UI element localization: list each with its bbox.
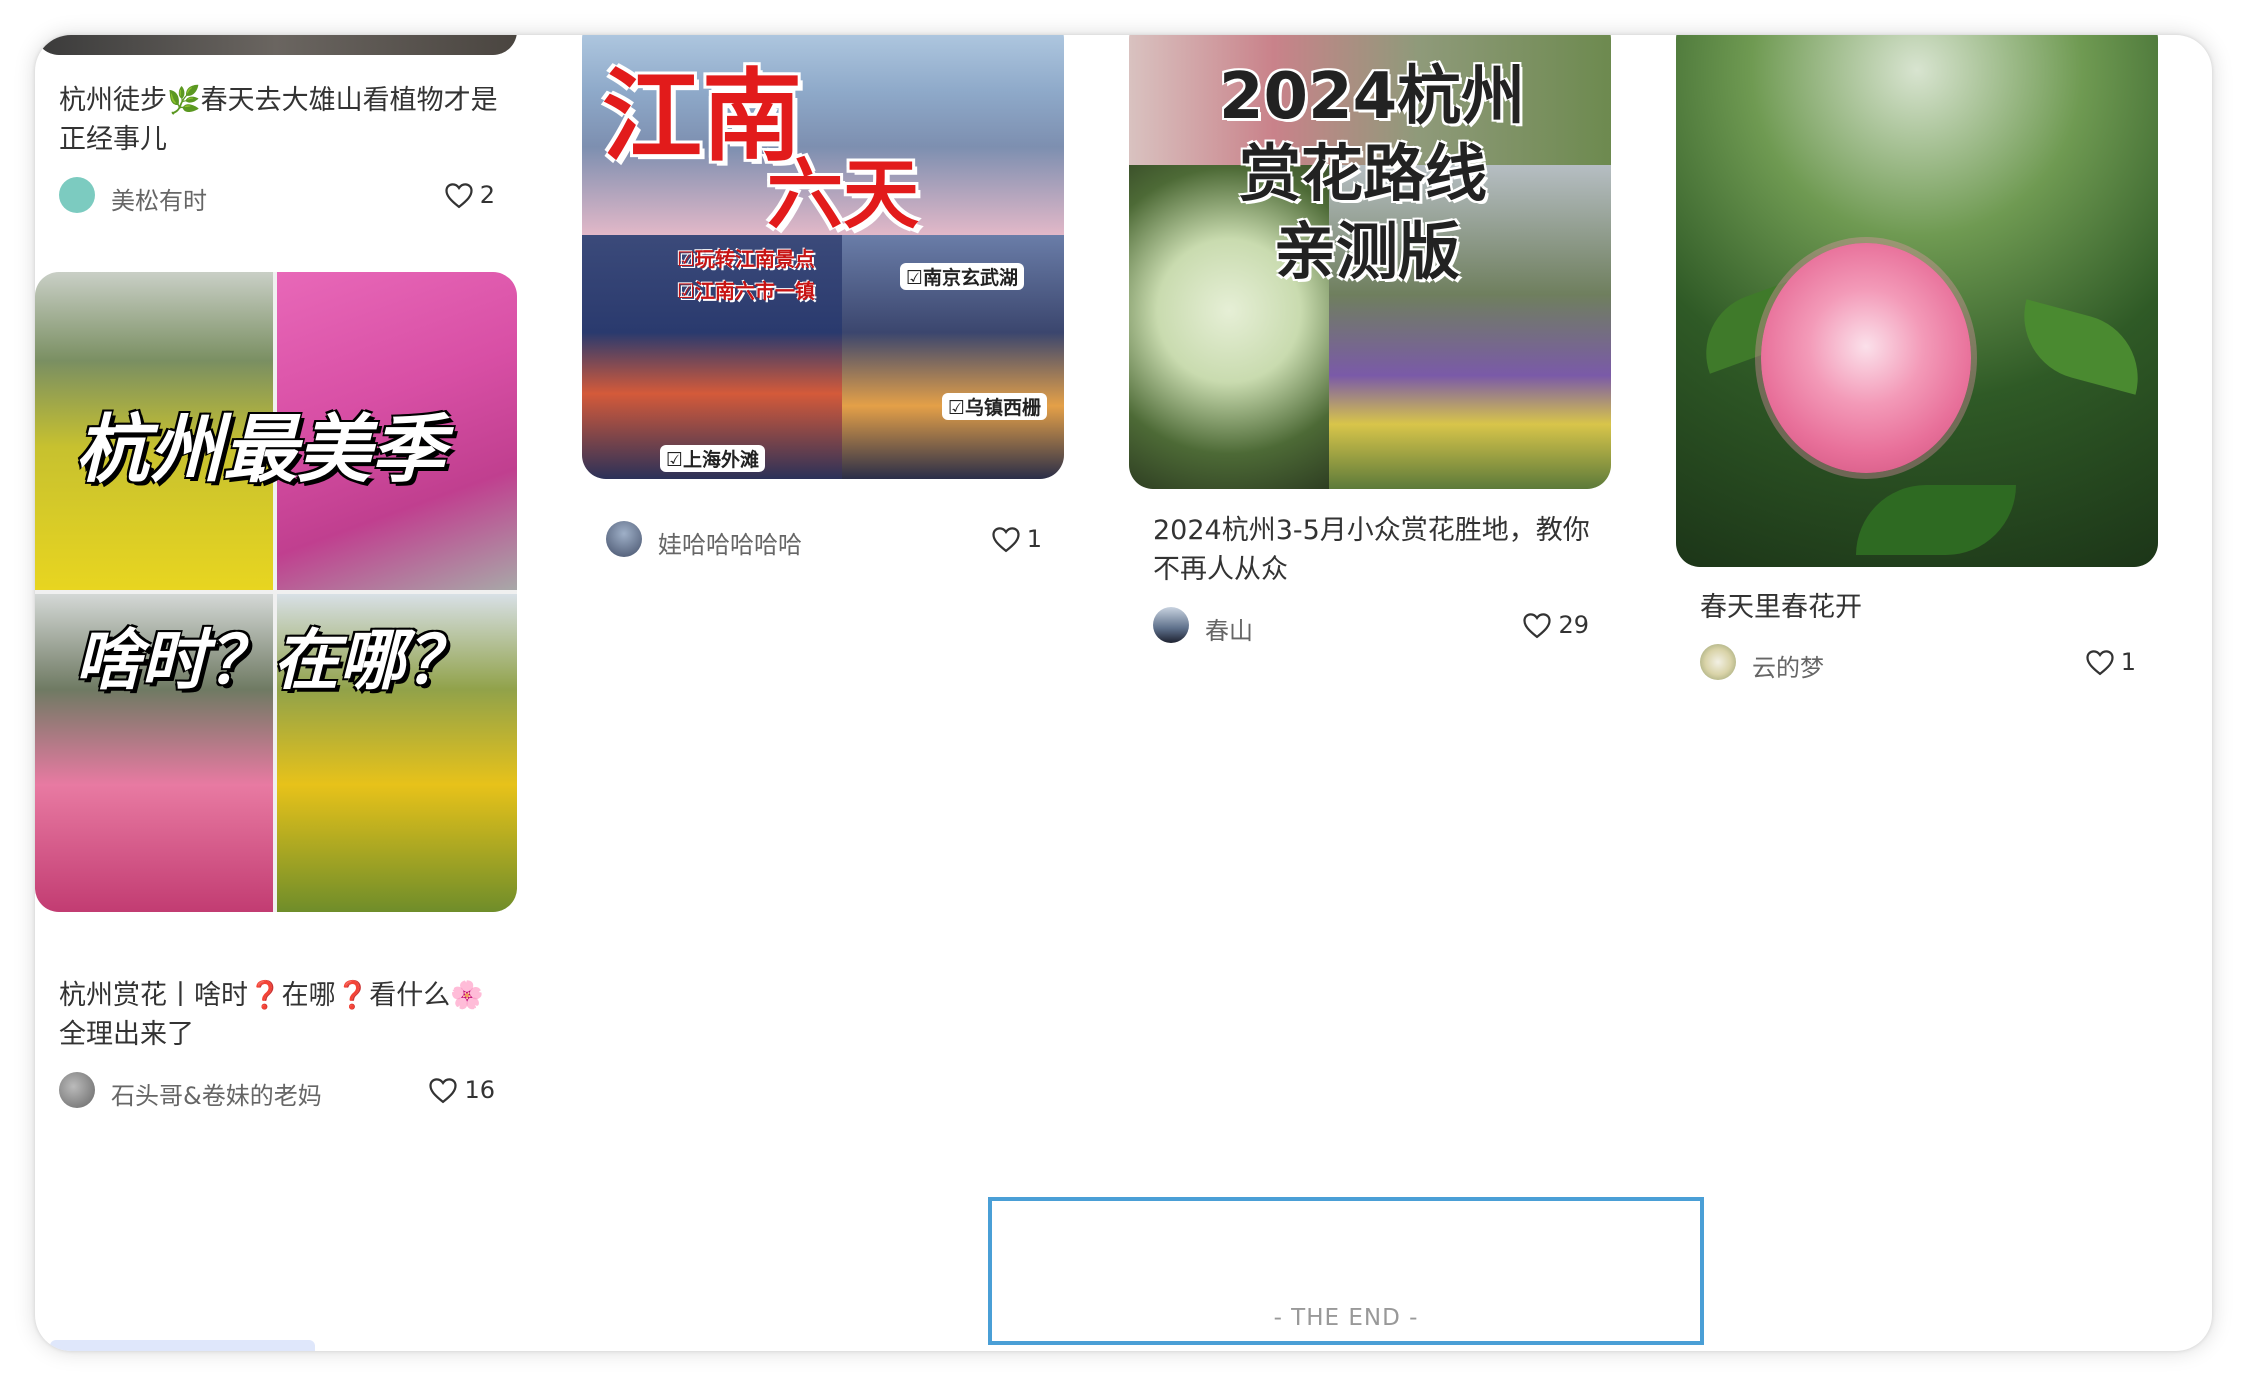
cover-tag: ☑上海外滩 xyxy=(660,445,766,472)
note-author[interactable]: 石头哥&卷妹的老妈 xyxy=(111,1076,322,1111)
cover-text: 啥时？在哪？ xyxy=(75,622,471,699)
note-title[interactable]: 2024杭州3-5月小众赏花胜地，教你不再人从众 xyxy=(1153,511,1593,589)
note-cover-image[interactable]: 2024杭州 赏花路线 亲测版 xyxy=(1129,35,1611,489)
bottom-tab-indicator[interactable] xyxy=(50,1340,315,1351)
note-cover-image[interactable]: 杭州最美季 啥时？在哪？ xyxy=(35,272,517,912)
note-card[interactable]: 春天里春花开 云的梦 1 xyxy=(1676,35,2176,715)
avatar[interactable] xyxy=(1153,607,1189,643)
note-cover-image[interactable] xyxy=(35,35,517,55)
cover-text: 杭州最美季 xyxy=(75,407,445,493)
end-of-feed-box: - THE END - xyxy=(988,1197,1704,1345)
cover-photo-leaf xyxy=(2009,299,2153,395)
cover-tag: ☑乌镇西栅 xyxy=(942,393,1048,420)
note-card[interactable]: 杭州最美季 啥时？在哪？ 杭州赏花丨啥时❓在哪❓看什么🌸全理出来了 石头哥&卷妹… xyxy=(35,272,535,1132)
like-count: 2 xyxy=(479,181,495,209)
heart-icon xyxy=(1523,613,1552,639)
heart-icon xyxy=(429,1078,458,1104)
note-cover-image[interactable]: 江南 六天 ☑玩转江南景点 ☑江南六市一镇 ☑南京玄武湖 ☑乌镇西栅 ☑上海外滩 xyxy=(582,35,1064,479)
cover-text: 亲测版 xyxy=(1274,215,1461,288)
cover-photo-leaf xyxy=(1856,485,2016,555)
like-count: 29 xyxy=(1558,611,1589,639)
avatar[interactable] xyxy=(59,1072,95,1108)
cover-photo-camellia xyxy=(1761,243,1971,473)
feed-window: 杭州徒步🌿春天去大雄山看植物才是正经事儿 美松有时 2 杭州最美季 啥时？在哪？… xyxy=(35,35,2212,1351)
note-author[interactable]: 美松有时 xyxy=(111,181,207,216)
like-button[interactable]: 1 xyxy=(991,523,1042,555)
cover-tag: ☑南京玄武湖 xyxy=(900,263,1025,290)
note-meta: 美松有时 2 xyxy=(59,175,495,215)
note-meta: 春山 29 xyxy=(1153,605,1589,645)
note-title[interactable]: 杭州赏花丨啥时❓在哪❓看什么🌸全理出来了 xyxy=(59,976,499,1054)
like-count: 1 xyxy=(1026,525,1042,553)
heart-icon xyxy=(2086,650,2114,676)
avatar[interactable] xyxy=(1700,644,1736,680)
note-meta: 石头哥&卷妹的老妈 16 xyxy=(59,1070,495,1110)
note-author[interactable]: 春山 xyxy=(1205,611,1253,646)
cover-text: 六天 xyxy=(767,150,919,239)
like-button[interactable]: 2 xyxy=(444,179,495,211)
like-button[interactable]: 16 xyxy=(428,1074,495,1106)
note-title[interactable]: 春天里春花开 xyxy=(1700,588,2140,627)
avatar[interactable] xyxy=(59,177,95,213)
note-author[interactable]: 云的梦 xyxy=(1752,648,1824,683)
end-of-feed-label: - THE END - xyxy=(1273,1305,1419,1331)
note-card[interactable]: 江南 六天 ☑玩转江南景点 ☑江南六市一镇 ☑南京玄武湖 ☑乌镇西栅 ☑上海外滩… xyxy=(582,35,1082,615)
cover-tag: ☑玩转江南景点 xyxy=(677,247,815,271)
cover-text: 赏花路线 xyxy=(1239,137,1488,210)
like-button[interactable]: 29 xyxy=(1522,609,1589,641)
like-count: 16 xyxy=(464,1076,495,1104)
heart-icon xyxy=(445,183,473,209)
avatar[interactable] xyxy=(606,521,642,557)
note-cover-image[interactable] xyxy=(1676,35,2158,567)
heart-icon xyxy=(992,527,1020,553)
like-button[interactable]: 1 xyxy=(2085,646,2136,678)
note-meta: 云的梦 1 xyxy=(1700,642,2136,682)
cover-tag: ☑江南六市一镇 xyxy=(677,279,815,303)
note-title[interactable]: 杭州徒步🌿春天去大雄山看植物才是正经事儿 xyxy=(59,81,499,159)
note-card[interactable]: 杭州徒步🌿春天去大雄山看植物才是正经事儿 美松有时 2 xyxy=(35,35,535,235)
like-count: 1 xyxy=(2120,648,2136,676)
note-card[interactable]: 2024杭州 赏花路线 亲测版 2024杭州3-5月小众赏花胜地，教你不再人从众… xyxy=(1129,35,1629,715)
note-meta: 娃哈哈哈哈哈 1 xyxy=(606,519,1042,559)
note-author[interactable]: 娃哈哈哈哈哈 xyxy=(658,525,802,560)
